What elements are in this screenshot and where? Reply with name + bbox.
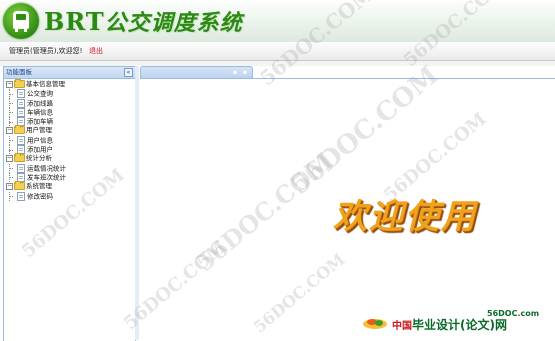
folder-icon xyxy=(14,79,25,88)
app-title-latin: BRT xyxy=(44,7,105,36)
watermark: 56DOC.COM xyxy=(285,60,445,201)
tree-group-system-management[interactable]: − 系统管理 xyxy=(4,181,135,191)
watermark: 56DOC.COM xyxy=(250,249,349,337)
folder-icon xyxy=(14,153,25,163)
tree-group-label: 统计分析 xyxy=(26,154,52,163)
tree-item-change-password[interactable]: 修改密码 xyxy=(4,191,135,202)
logout-link[interactable]: 退出 xyxy=(89,42,103,60)
tree-item-label: 用户信息 xyxy=(27,136,53,145)
minus-icon[interactable]: − xyxy=(6,80,13,88)
welcome-user-text: 管理员(管理员),欢迎您! xyxy=(9,47,83,55)
page-icon xyxy=(17,191,25,201)
welcome-banner: 欢迎使用 xyxy=(333,197,477,237)
page-icon xyxy=(17,135,25,145)
brand-logo-icon xyxy=(363,319,387,329)
tree-item-departure-statistics[interactable]: 发车班次统计 xyxy=(4,172,135,183)
tree-item-add-user[interactable]: 添加用户 xyxy=(4,145,135,155)
tree-item-label: 发车班次统计 xyxy=(27,173,66,182)
page-icon xyxy=(17,89,25,99)
tree-item-label: 修改密码 xyxy=(27,192,53,201)
user-bar: 管理员(管理员),欢迎您! 退出 xyxy=(0,42,555,61)
site-url-part-b: com xyxy=(520,309,540,318)
tree-item-user-info[interactable]: 用户信息 xyxy=(4,135,135,146)
tree-group-label: 用户管理 xyxy=(26,126,52,135)
tree-group-label: 基本信息管理 xyxy=(26,80,65,88)
page-icon xyxy=(17,163,25,173)
tree-item-label: 添加线路 xyxy=(27,99,53,108)
tree-item-label: 公交查询 xyxy=(27,89,53,98)
folder-icon xyxy=(14,125,25,135)
tree-item-label: 添加车辆 xyxy=(27,117,53,126)
tree-item-load-statistics[interactable]: 运载情况统计 xyxy=(4,163,135,174)
tree-item-vehicle-info[interactable]: 车辆信息 xyxy=(4,107,135,118)
page-icon xyxy=(17,107,25,117)
brand-name: 毕业设计(论文)网 xyxy=(412,318,507,332)
bus-icon xyxy=(3,3,39,39)
tree-group-basic-info[interactable]: − 基本信息管理 xyxy=(4,79,135,89)
tree-item-label: 添加用户 xyxy=(27,145,53,154)
app-title: BRT公交调度系统 xyxy=(44,5,243,37)
page-icon xyxy=(17,98,25,108)
app-title-chinese: 公交调度系统 xyxy=(104,10,243,36)
app-header: BRT公交调度系统 xyxy=(0,0,555,42)
tree-group-user-management[interactable]: − 用户管理 xyxy=(4,125,135,135)
tree-item-bus-query[interactable]: 公交查询 xyxy=(4,89,135,99)
tree-item-label: 运载情况统计 xyxy=(27,164,66,173)
tab-baseline xyxy=(140,78,555,79)
minus-icon[interactable]: − xyxy=(6,154,13,162)
tab-tools[interactable]: ▪ ▪ xyxy=(233,69,249,76)
function-panel-title: 功能面板 xyxy=(6,68,32,76)
minus-icon[interactable]: − xyxy=(6,182,13,190)
tree-group-label: 系统管理 xyxy=(26,182,52,191)
footer-brand: 中国毕业设计(论文)网 xyxy=(392,316,507,333)
function-panel: 功能面板 « − 基本信息管理 公交查询 添加线路 车辆信息 添加车辆 − 用户管理… xyxy=(3,66,136,341)
folder-icon xyxy=(14,181,25,191)
tree-item-label: 车辆信息 xyxy=(27,108,53,117)
tree-item-add-route[interactable]: 添加线路 xyxy=(4,98,135,109)
watermark: 56DOC.COM xyxy=(190,146,338,278)
tree-group-statistics[interactable]: − 统计分析 xyxy=(4,153,135,163)
collapse-panel-button[interactable]: « xyxy=(124,68,133,77)
panel-splitter[interactable] xyxy=(135,66,139,340)
function-tree: − 基本信息管理 公交查询 添加线路 车辆信息 添加车辆 − 用户管理 用户信息 添… xyxy=(4,79,135,202)
minus-icon[interactable]: − xyxy=(6,126,13,134)
function-panel-header: 功能面板 « xyxy=(4,67,135,79)
tree-item-add-vehicle[interactable]: 添加车辆 xyxy=(4,117,135,127)
brand-cn: 中国 xyxy=(392,321,412,332)
